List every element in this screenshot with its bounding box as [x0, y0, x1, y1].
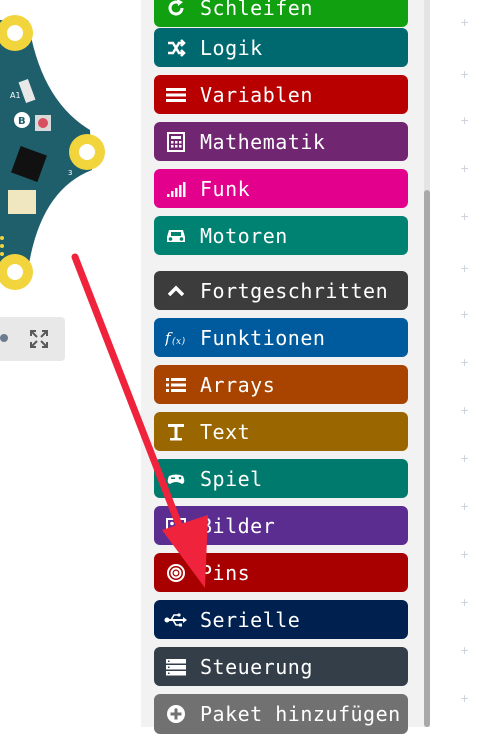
category-label: Spiel	[200, 466, 263, 491]
grid-marker: +	[460, 356, 470, 369]
car-icon	[164, 224, 188, 248]
label-a1: A1	[10, 91, 21, 100]
category-label: Arrays	[200, 372, 276, 397]
numbered-list-icon	[164, 373, 188, 397]
grid-marker: +	[460, 210, 470, 223]
grid-marker: +	[460, 596, 470, 609]
category-schleifen[interactable]: Schleifen	[154, 0, 408, 27]
grid-marker: +	[460, 500, 470, 513]
toolbox-scrollbar-thumb[interactable]	[424, 190, 430, 727]
category-motoren[interactable]: Motoren	[154, 216, 408, 255]
category-label: Mathematik	[200, 129, 326, 154]
image-icon	[164, 514, 188, 538]
category-label: Schleifen	[200, 0, 313, 20]
category-logik[interactable]: Logik	[154, 28, 408, 67]
grid-marker: +	[460, 68, 470, 81]
grid-marker: +	[460, 308, 470, 321]
grid-marker: +	[460, 548, 470, 561]
category-label: Pins	[200, 560, 251, 585]
category-label: Funktionen	[200, 325, 326, 350]
target-icon	[164, 561, 188, 585]
category-label: Steuerung	[200, 654, 313, 679]
category-text[interactable]: Text	[154, 412, 408, 451]
grid-marker: +	[460, 262, 470, 275]
label-b: B	[18, 116, 26, 127]
usb-icon	[164, 608, 188, 632]
category-pins[interactable]: Pins	[154, 553, 408, 592]
signal-bars-icon	[164, 177, 188, 201]
category-label: Variablen	[200, 82, 313, 107]
category-spiel[interactable]: Spiel	[154, 459, 408, 498]
grid-marker: +	[460, 644, 470, 657]
category-label: Fortgeschritten	[200, 278, 389, 303]
grid-marker: +	[460, 404, 470, 417]
grid-marker: +	[460, 16, 470, 29]
category-fortgeschritten[interactable]: Fortgeschritten	[154, 271, 408, 310]
simulator-toolbar	[0, 317, 65, 361]
category-variablen[interactable]: Variablen	[154, 75, 408, 114]
grid-marker: +	[460, 114, 470, 127]
category-funktionen[interactable]: f (x) Funktionen	[154, 318, 408, 357]
category-funk[interactable]: Funk	[154, 169, 408, 208]
category-label: Bilder	[200, 513, 276, 538]
status-dot	[0, 334, 8, 342]
grid-marker: +	[460, 162, 470, 175]
grid-marker: +	[460, 452, 470, 465]
category-label: Paket hinzufügen	[200, 702, 401, 726]
text-icon	[164, 420, 188, 444]
chevron-up-icon	[164, 279, 188, 303]
server-icon	[164, 655, 188, 679]
calliope-board: A1 B 3	[0, 15, 105, 290]
loop-icon	[164, 0, 188, 20]
category-label: Funk	[200, 176, 251, 201]
plus-circle-icon	[164, 702, 188, 726]
function-icon: f (x)	[164, 326, 188, 350]
calculator-icon	[164, 130, 188, 154]
fullscreen-icon[interactable]	[28, 328, 50, 350]
svg-text:(x): (x)	[172, 336, 186, 347]
category-serielle[interactable]: Serielle	[154, 600, 408, 639]
simulator-panel: A1 B 3	[0, 0, 140, 727]
category-label: Serielle	[200, 607, 301, 632]
gamepad-icon	[164, 467, 188, 491]
category-label: Text	[200, 419, 251, 444]
shuffle-icon	[164, 36, 188, 60]
code-workspace[interactable]: + + + + + + + + + + + + + + +	[432, 0, 477, 727]
category-arrays[interactable]: Arrays	[154, 365, 408, 404]
category-mathematik[interactable]: Mathematik	[154, 122, 408, 161]
grid-marker: +	[460, 692, 470, 705]
category-steuerung[interactable]: Steuerung	[154, 647, 408, 686]
category-label: Logik	[200, 35, 263, 60]
category-paket-hinzufuegen[interactable]: Paket hinzufügen	[154, 694, 408, 734]
speaker	[8, 190, 36, 214]
category-bilder[interactable]: Bilder	[154, 506, 408, 545]
list-lines-icon	[164, 83, 188, 107]
label-3: 3	[68, 169, 72, 177]
category-label: Motoren	[200, 223, 288, 248]
